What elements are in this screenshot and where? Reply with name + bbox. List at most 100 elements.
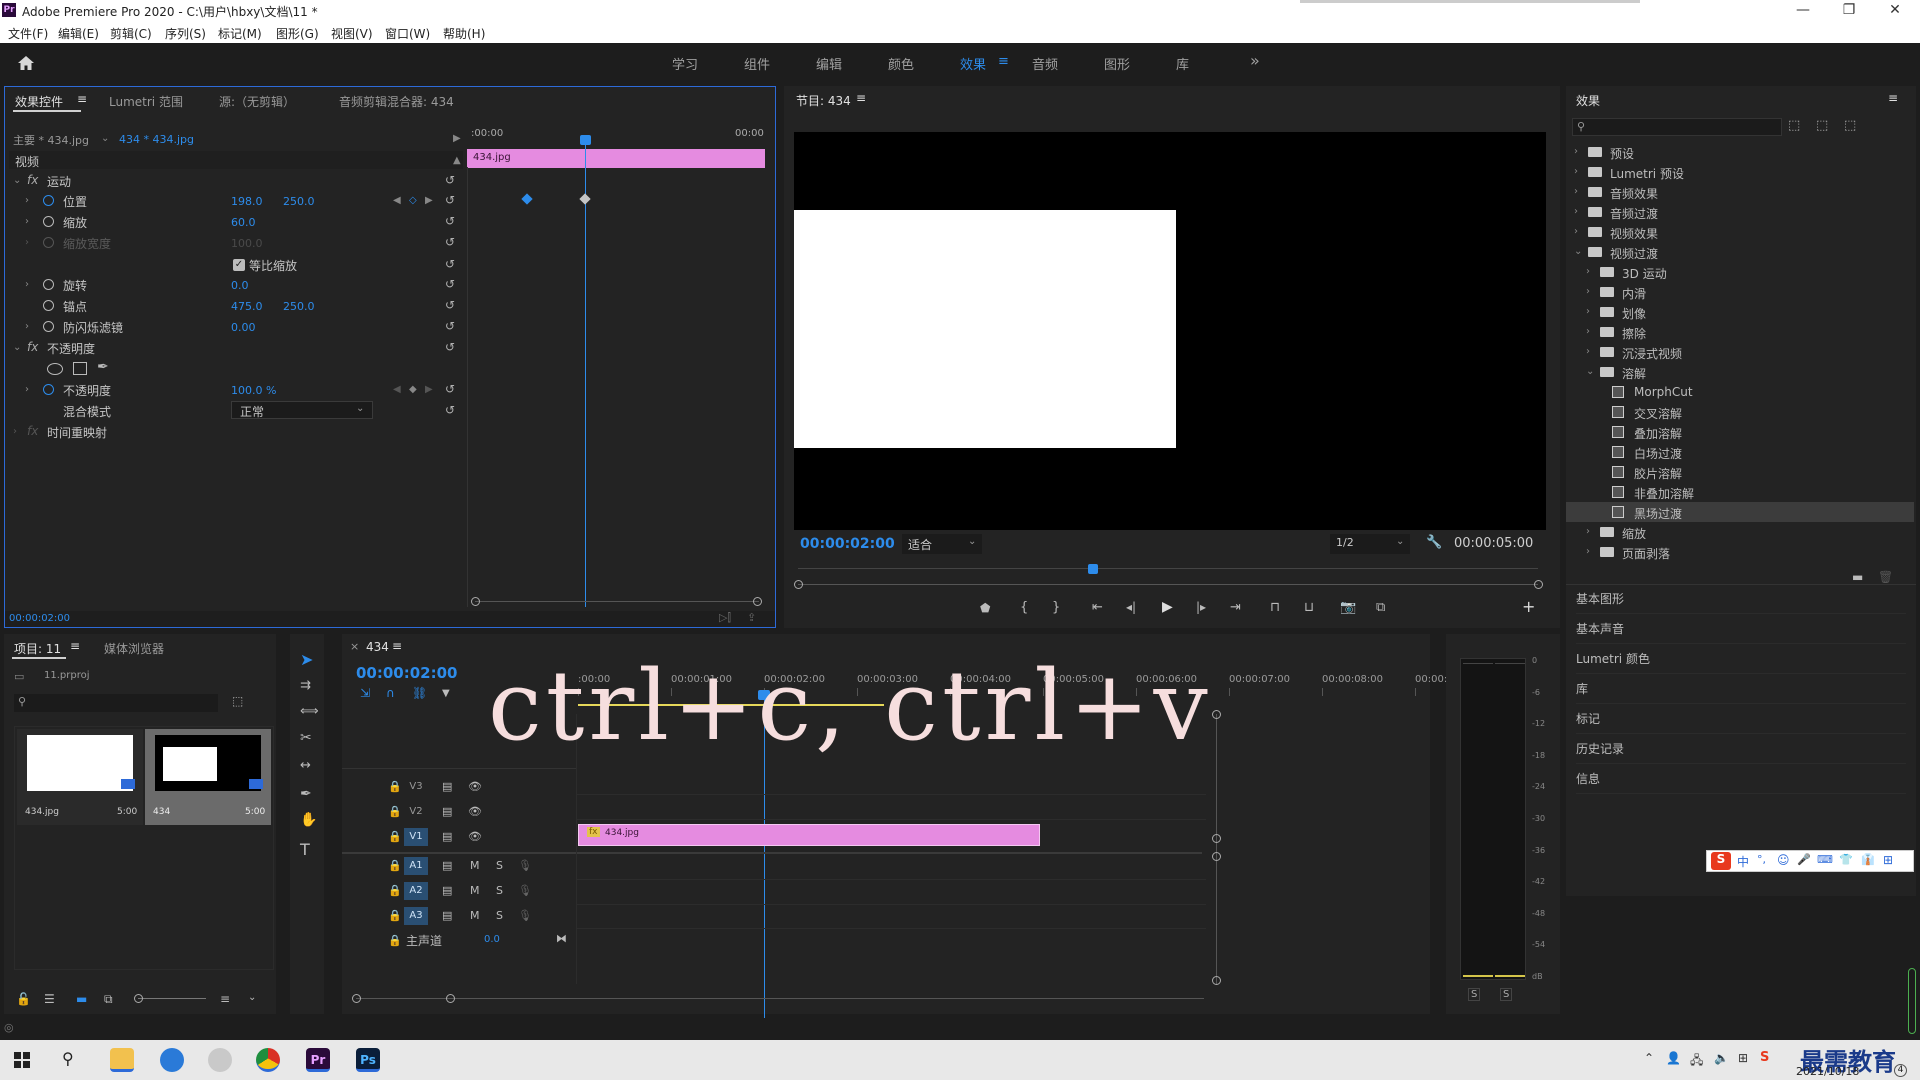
chevron-right-icon[interactable]: ›	[1586, 266, 1590, 277]
vscroll-mid-handle-2[interactable]	[1212, 852, 1221, 861]
pen-tool-icon[interactable]: ✒	[300, 786, 312, 802]
a2-label[interactable]: A2	[404, 882, 428, 900]
side-panel-6[interactable]: 历史记录	[1576, 740, 1906, 764]
chevron-right-icon[interactable]: ›	[1586, 526, 1590, 537]
opacity-value[interactable]: 100.0 %	[231, 384, 276, 397]
workspace-editing[interactable]: 编辑	[816, 54, 842, 73]
ellipse-mask-icon[interactable]	[47, 363, 63, 375]
a3-sync-icon[interactable]: ▤	[442, 909, 452, 922]
master-clip-label[interactable]: 主要 * 434.jpg	[13, 132, 89, 148]
timeline-vscroll[interactable]	[1216, 714, 1217, 984]
v1-clip[interactable]: fx 434.jpg	[578, 824, 1040, 846]
position-y-value[interactable]: 250.0	[283, 195, 315, 208]
side-panel-4[interactable]: 库	[1576, 680, 1906, 704]
vscroll-mid-handle-1[interactable]	[1212, 834, 1221, 843]
opacity-section-expand-icon[interactable]: ⌄	[13, 342, 21, 353]
anchor-stopwatch-icon[interactable]	[43, 300, 54, 311]
selection-tool-icon[interactable]: ➤	[300, 650, 313, 669]
ime-keyboard-icon[interactable]: ⌨	[1817, 853, 1833, 866]
thumb-size-slider[interactable]	[138, 998, 206, 999]
scale-stopwatch-icon[interactable]	[43, 216, 54, 227]
premiere-taskbar-icon[interactable]: Pr	[306, 1048, 330, 1072]
anchor-y-value[interactable]: 250.0	[283, 300, 315, 313]
scale-value[interactable]: 60.0	[231, 216, 256, 229]
time-remap-label[interactable]: 时间重映射	[47, 424, 107, 441]
effects-tree-item[interactable]: › 音频效果	[1566, 182, 1914, 202]
opacity-add-keyframe-icon[interactable]: ◆	[409, 384, 417, 395]
sort-icon[interactable]: ≡	[220, 992, 230, 1006]
add-button-icon[interactable]: +	[1522, 597, 1535, 616]
a1-sync-icon[interactable]: ▤	[442, 859, 452, 872]
v2-label[interactable]: V2	[404, 803, 428, 821]
program-zoom-left[interactable]	[794, 580, 803, 589]
effects-tree-item[interactable]: 非叠加溶解	[1566, 482, 1914, 502]
chevron-down-icon[interactable]: ⌄	[1586, 366, 1594, 377]
side-panel-3[interactable]: Lumetri 颜色	[1576, 650, 1906, 674]
program-menu-icon[interactable]: ≡	[856, 91, 866, 105]
pen-mask-icon[interactable]: ✒	[97, 359, 109, 375]
lock-icon[interactable]: 🔓	[16, 992, 31, 1006]
ime-emoji-icon[interactable]: ☺	[1777, 853, 1790, 867]
effects-tree-item[interactable]: › 页面剥落	[1566, 542, 1914, 562]
ec-zoom-track[interactable]	[475, 601, 759, 602]
scale-expand-icon[interactable]: ›	[25, 216, 29, 227]
rotation-stopwatch-icon[interactable]	[43, 279, 54, 290]
blend-mode-select[interactable]: 正常 ⌄	[231, 401, 373, 419]
effects-tree-item[interactable]: › 擦除	[1566, 322, 1914, 342]
windows-start-icon[interactable]	[14, 1052, 30, 1068]
a2-lock-icon[interactable]: 🔒	[388, 884, 402, 897]
new-search-bin-icon[interactable]: ⬚	[232, 694, 243, 708]
v3-label[interactable]: V3	[404, 778, 428, 796]
chevron-right-icon[interactable]: ›	[1574, 226, 1578, 237]
minimize-icon[interactable]: —	[1788, 2, 1818, 18]
effects-tree-item[interactable]: › 划像	[1566, 302, 1914, 322]
effects-tree-item[interactable]: 交叉溶解	[1566, 402, 1914, 422]
v1-sync-icon[interactable]: ▤	[442, 830, 452, 843]
tab-media-browser[interactable]: 媒体浏览器	[104, 640, 164, 657]
resolution-select[interactable]: 1/2 ⌄	[1330, 534, 1410, 554]
opacity-prev-keyframe-icon[interactable]: ◀	[393, 384, 401, 395]
extract-icon[interactable]: ⊔	[1304, 600, 1314, 615]
ec-current-time[interactable]: 00:00:02:00	[9, 613, 70, 624]
tray-user-icon[interactable]: 👤	[1666, 1051, 1681, 1065]
tab-source[interactable]: 源:（无剪辑）	[219, 93, 295, 110]
effects-tree-item[interactable]: ⌄ 溶解	[1566, 362, 1914, 382]
timeline-menu-icon[interactable]: ≡	[392, 639, 402, 653]
effects-tree-item[interactable]: › 缩放	[1566, 522, 1914, 542]
timeline-zoom-right[interactable]	[446, 994, 455, 1003]
a3-lock-icon[interactable]: 🔒	[388, 909, 402, 922]
position-x-value[interactable]: 198.0	[231, 195, 263, 208]
effects-tree-item[interactable]: 白场过渡	[1566, 442, 1914, 462]
maximize-icon[interactable]: ❐	[1834, 2, 1864, 18]
workspace-effects[interactable]: 效果	[960, 54, 986, 73]
tab-effect-controls[interactable]: 效果控件	[15, 93, 63, 110]
snap-icon[interactable]: ∩	[386, 686, 395, 700]
effects-tree-item[interactable]: › 预设	[1566, 142, 1914, 162]
clip-dropdown-icon[interactable]: ⌄	[101, 133, 109, 144]
motion-expand-icon[interactable]: ⌄	[13, 175, 21, 186]
opacity-next-keyframe-icon[interactable]: ▶	[425, 384, 433, 395]
ec-export-icon[interactable]: ⇪	[747, 611, 756, 624]
keyframe-diamond-1[interactable]	[521, 193, 533, 205]
compare-view-icon[interactable]: ⧉	[1376, 600, 1385, 615]
right-scrollbar[interactable]	[1908, 968, 1916, 1034]
thumb-size-handle[interactable]	[134, 994, 143, 1003]
wrench-icon[interactable]: 🔧	[1426, 535, 1442, 550]
position-stopwatch-icon[interactable]	[43, 195, 54, 206]
fit-select[interactable]: 适合 ⌄	[902, 534, 982, 554]
timeline-zoom-track[interactable]	[356, 998, 1204, 999]
master-value[interactable]: 0.0	[484, 934, 500, 945]
tab-project[interactable]: 项目: 11	[14, 640, 61, 657]
workspace-learn[interactable]: 学习	[672, 54, 698, 73]
menu-view[interactable]: 视图(V)	[331, 25, 373, 42]
workspace-libraries[interactable]: 库	[1176, 54, 1189, 73]
meter-solo-left[interactable]: S	[1468, 988, 1481, 1001]
timeline-timecode[interactable]: 00:00:02:00	[356, 664, 458, 682]
effects-tree-item[interactable]: › 沉浸式视频	[1566, 342, 1914, 362]
ripple-edit-tool-icon[interactable]: ⟺	[300, 704, 319, 719]
master-lock-icon[interactable]: 🔒	[388, 934, 402, 947]
effects-title[interactable]: 效果	[1576, 92, 1600, 109]
effects-tree-item[interactable]: › 音频过渡	[1566, 202, 1914, 222]
menu-edit[interactable]: 编辑(E)	[58, 25, 99, 42]
flicker-value[interactable]: 0.00	[231, 321, 256, 334]
